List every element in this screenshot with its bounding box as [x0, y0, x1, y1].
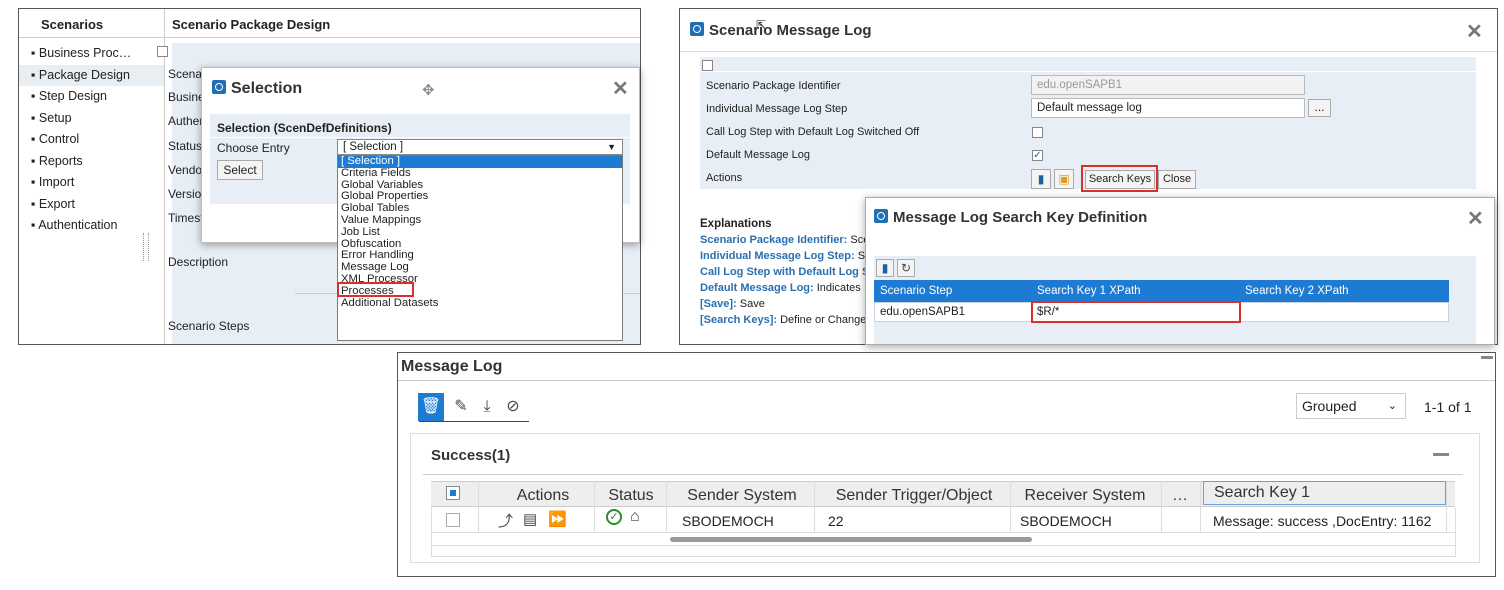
sidebar-item-reports[interactable]: ▪ Reports [19, 151, 164, 173]
sidebar-item-export[interactable]: ▪ Export [19, 194, 164, 216]
book-icon[interactable]: ▮ [876, 259, 894, 277]
sidebar-item-import[interactable]: ▪ Import [19, 172, 164, 194]
dialog-title: Selection [212, 80, 302, 98]
group-title: Success(1) [431, 447, 511, 464]
row-checkbox[interactable] [446, 513, 460, 527]
table-cell: edu.openSAPB1 [880, 306, 966, 318]
column-header-search-key1[interactable]: Search Key 1 [1203, 481, 1446, 505]
package-identifier-input: edu.openSAPB1 [1031, 75, 1305, 95]
field-label: Scenario Package Identifier [706, 80, 841, 92]
field-label: Call Log Step with Default Log Switched … [706, 126, 920, 138]
hide-icon[interactable]: ⊘ [500, 393, 526, 421]
horizontal-scrollbar[interactable] [670, 537, 1032, 542]
field-label: Actions [706, 172, 743, 184]
sidebar-item-package-design[interactable]: ▪ Package Design [19, 64, 164, 86]
choose-entry-label: Choose Entry [217, 141, 290, 155]
browse-button[interactable]: ... [1308, 99, 1331, 117]
collapse-icon[interactable] [1433, 453, 1449, 456]
field-label: Status [168, 139, 203, 153]
sender-trigger-cell: 22 [828, 513, 844, 529]
pagination-label: 1-1 of 1 [1424, 399, 1472, 415]
sidebar-item-step-design[interactable]: ▪ Step Design [19, 86, 164, 108]
column-header: Search Key 1 XPath [1031, 280, 1243, 302]
receiver-system-cell: SBODEMOCH [1020, 513, 1112, 529]
search-key-definition-dialog: Message Log Search Key Definition ✕ ▮ ↻ … [865, 197, 1495, 345]
group-mode-select[interactable]: Grouped ⌄ [1296, 393, 1406, 419]
close-icon[interactable]: ✕ [612, 76, 629, 101]
column-header-actions[interactable]: Actions [498, 483, 588, 509]
collapse-toggle[interactable] [157, 46, 168, 57]
page-title: Message Log [401, 358, 503, 375]
minimize-icon[interactable] [1481, 356, 1493, 359]
refresh-icon[interactable]: ↻ [897, 259, 915, 277]
field-label: Default Message Log [706, 149, 810, 161]
sidebar-item-setup[interactable]: ▪ Setup [19, 108, 164, 130]
message-log-highlight [337, 282, 414, 297]
mouse-cursor: ⇱ [756, 18, 767, 32]
search-key1-highlight [1031, 301, 1241, 323]
column-header: Scenario Step [874, 280, 1035, 302]
close-button[interactable]: Close [1158, 170, 1196, 189]
entry-options-list[interactable]: [ Selection ] Criteria Fields Global Var… [337, 155, 623, 341]
column-header-more[interactable]: … [1161, 483, 1199, 509]
list-item[interactable]: Additional Datasets [338, 297, 622, 310]
message-log-step-input[interactable]: Default message log [1031, 98, 1305, 118]
move-icon[interactable]: ✥ [422, 81, 435, 99]
message-log-window: Message Log 🗑 ✎ ⤓ ⊘ Grouped ⌄ 1-1 of 1 S… [397, 352, 1496, 577]
dialog-title: Message Log Search Key Definition [874, 209, 1147, 226]
close-icon[interactable]: ✕ [1466, 19, 1483, 44]
sidebar-header: Scenarios [41, 17, 104, 32]
sidebar-item-business-process[interactable]: ▪ Business Proc… [19, 43, 164, 65]
window-title: Scenario Message Log [690, 22, 872, 39]
app-icon [212, 80, 226, 94]
search-key1-cell: Message: success ,DocEntry: 1162 [1213, 513, 1432, 529]
column-header-sender-trigger[interactable]: Sender Trigger/Object [816, 483, 1012, 509]
book-icon[interactable]: ▮ [1031, 169, 1051, 189]
success-check-icon: ✓ [606, 509, 622, 525]
page-title: Scenario Package Design [172, 17, 331, 32]
dropdown-arrow-icon: ▼ [607, 142, 616, 152]
app-icon [874, 209, 888, 223]
description-label: Description [168, 255, 229, 269]
reprocess-icon[interactable]: ⤴ [498, 510, 513, 531]
scenario-steps-label: Scenario Steps [168, 319, 250, 333]
chevron-down-icon: ⌄ [1387, 400, 1397, 412]
select-all-checkbox[interactable] [446, 486, 460, 500]
save-icon[interactable]: ▣ [1054, 169, 1074, 189]
collapse-toggle[interactable] [702, 60, 713, 71]
delete-icon[interactable]: 🗑 [418, 393, 444, 421]
dialog-subheader: Selection (ScenDefDefinitions) [217, 121, 392, 135]
home-icon[interactable]: ⌂ [630, 508, 640, 526]
default-message-log-checkbox[interactable]: ✓ [1032, 150, 1043, 161]
field-label: Individual Message Log Step [706, 103, 848, 115]
list-item[interactable]: Criteria Fields [338, 167, 622, 180]
eraser-icon[interactable]: ✎ [448, 393, 474, 421]
column-header-sender-system[interactable]: Sender System [668, 483, 816, 509]
select-button[interactable]: Select [217, 160, 263, 180]
choose-entry-select[interactable]: [ Selection ] ▼ [337, 139, 623, 155]
sender-system-cell: SBODEMOCH [682, 513, 774, 529]
close-icon[interactable]: ✕ [1467, 206, 1484, 231]
search-keys-highlight [1081, 165, 1158, 192]
list-item[interactable]: Job List [338, 226, 622, 239]
app-icon [690, 22, 704, 36]
forward-icon[interactable]: ⏩ [548, 510, 567, 528]
list-item[interactable]: Value Mappings [338, 214, 622, 227]
download-icon[interactable]: ⤓ [474, 393, 500, 421]
column-header: Search Key 2 XPath [1239, 280, 1449, 302]
column-header-receiver-system[interactable]: Receiver System [1010, 483, 1160, 509]
call-log-step-checkbox[interactable] [1032, 127, 1043, 138]
document-icon[interactable]: ▤ [523, 510, 537, 528]
scenarios-sidebar: Scenarios ▪ Business Proc… ▪ Package Des… [19, 9, 164, 344]
splitter-handle[interactable] [143, 233, 149, 261]
sidebar-item-control[interactable]: ▪ Control [19, 129, 164, 151]
column-header-status[interactable]: Status [596, 483, 666, 509]
